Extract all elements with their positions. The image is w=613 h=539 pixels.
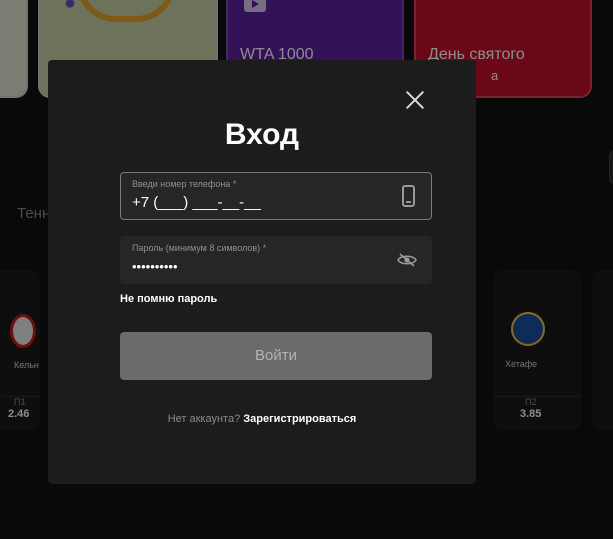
phone-field[interactable]: Введи номер телефона * +7 (___) ___-__-_… (120, 172, 432, 220)
register-link[interactable]: Зарегистрироваться (243, 413, 356, 425)
eye-off-icon[interactable] (397, 253, 417, 267)
password-field-label: Пароль (минимум 8 символов) * (132, 243, 267, 253)
forgot-password-link[interactable]: Не помню пароль (120, 293, 217, 305)
modal-title: Вход (224, 118, 300, 151)
phone-icon (402, 185, 415, 207)
password-input[interactable]: •••••••••• (132, 259, 178, 274)
register-row: Нет аккаунта? Зарегистрироваться (48, 413, 476, 425)
close-icon[interactable] (403, 88, 427, 112)
password-field[interactable]: Пароль (минимум 8 символов) * •••••••••• (120, 236, 432, 284)
phone-field-label: Введи номер телефона * (132, 179, 237, 189)
no-account-text: Нет аккаунта? (167, 413, 244, 425)
phone-input[interactable]: +7 (___) ___-__-__ (132, 194, 261, 211)
login-button[interactable]: Войти (120, 332, 432, 380)
